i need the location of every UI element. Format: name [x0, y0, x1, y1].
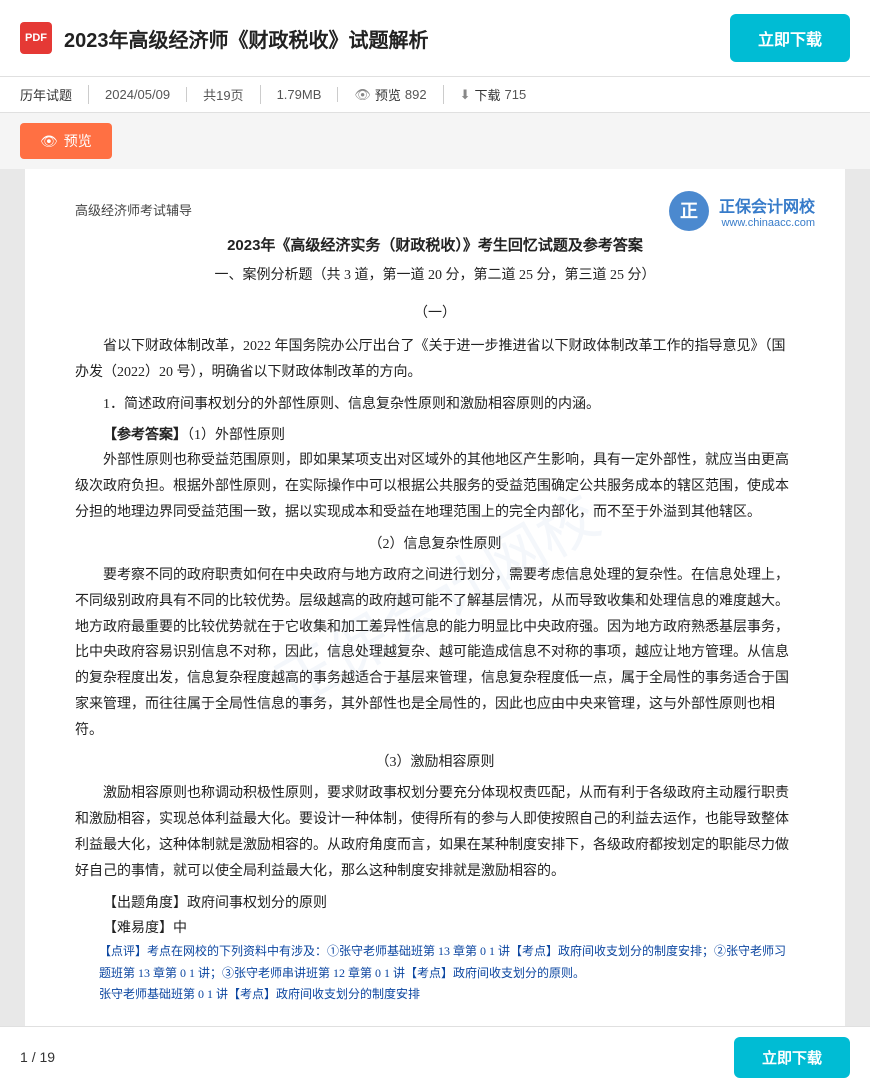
ans2-paragraph: 要考察不同的政府职责如何在中央政府与地方政府之间进行划分，需要考虑信息处理的复杂… [75, 563, 795, 744]
answer-tag: 【参考答案】（1）外部性原则 [103, 423, 795, 448]
document-area: 正 正保会计网校 www.chinaacc.com 正保会计网校 高级经济师考试… [0, 169, 870, 1026]
preview-count: 892 [405, 87, 427, 102]
paragraph-1: 省以下财政体制改革，2022 年国务院办公厅出台了《关于进一步推进省以下财政体制… [75, 334, 795, 386]
doc-main-title: 2023年《高级经济实务（财政税收）》考生回忆试题及参考答案 [75, 232, 795, 259]
category-label: 历年试题 [20, 85, 72, 104]
pdf-icon: PDF [20, 22, 52, 54]
eye-preview-icon: 👁 [40, 133, 58, 150]
download-button-footer[interactable]: 立即下载 [734, 1037, 850, 1078]
preview-button[interactable]: 👁 预览 [20, 123, 112, 159]
download-count: 715 [505, 87, 527, 102]
preview-label: 预览 [375, 85, 401, 104]
ans1-paragraph: 外部性原则也称受益范围原则，即如果某项支出对区域外的其他地区产生影响，具有一定外… [75, 448, 795, 526]
page-title: 2023年高级经济师《财政税收》试题解析 [64, 24, 429, 53]
footer-bar: 1 / 19 立即下载 [0, 1026, 870, 1088]
eye-icon: 👁 [354, 87, 371, 103]
page-indicator: 1 / 19 [20, 1049, 55, 1065]
meta-category: 历年试题 [20, 85, 89, 104]
pages-value: 共19页 [203, 85, 243, 104]
question-1: 1．简述政府间事权划分的外部性原则、信息复杂性原则和激励相容原则的内涵。 [75, 392, 795, 417]
ans3-paragraph: 激励相容原则也称调动积极性原则，要求财政事权划分要充分体现权责匹配，从而有利于各… [75, 781, 795, 885]
header: PDF 2023年高级经济师《财政税收》试题解析 立即下载 [0, 0, 870, 77]
tag3-suffix: 张守老师基础班第 0 1 讲【考点】政府间收支划分的制度安排 [99, 984, 795, 1006]
page-total: 19 [39, 1049, 55, 1065]
tag2: 【难易度】中 [103, 916, 795, 941]
download-button-header[interactable]: 立即下载 [730, 14, 850, 62]
ans2-sub: （2）信息复杂性原则 [75, 532, 795, 557]
preview-bar: 👁 预览 [0, 113, 870, 169]
size-value: 1.79MB [277, 87, 322, 102]
tag1: 【出题角度】政府间事权划分的原则 [103, 891, 795, 916]
meta-date: 2024/05/09 [89, 87, 187, 102]
meta-bar: 历年试题 2024/05/09 共19页 1.79MB 👁 预览 892 ⬇ 下… [0, 77, 870, 113]
download-icon: ⬇ [460, 87, 471, 103]
meta-pages: 共19页 [187, 85, 260, 104]
download-label: 下载 [475, 85, 501, 104]
meta-download: ⬇ 下载 715 [444, 85, 543, 104]
doc-subtitle: 高级经济师考试辅导 [75, 199, 795, 222]
document-page: 正 正保会计网校 www.chinaacc.com 正保会计网校 高级经济师考试… [25, 169, 845, 1026]
tag3: 【点评】考点在网校的下列资料中有涉及：①张守老师基础班第 13 章第 0 1 讲… [99, 941, 795, 984]
preview-btn-label: 预览 [64, 131, 92, 151]
page-separator: / [32, 1049, 40, 1065]
section1-label: （一） [75, 301, 795, 326]
doc-sub-title: 一、案例分析题（共 3 道，第一道 20 分，第二道 25 分，第三道 25 分… [75, 263, 795, 288]
meta-size: 1.79MB [261, 87, 339, 102]
page-current: 1 [20, 1049, 28, 1065]
document-content: 高级经济师考试辅导 2023年《高级经济实务（财政税收）》考生回忆试题及参考答案… [75, 199, 795, 1006]
header-left: PDF 2023年高级经济师《财政税收》试题解析 [20, 22, 429, 54]
ans3-sub: （3）激励相容原则 [75, 750, 795, 775]
meta-preview: 👁 预览 892 [338, 85, 443, 104]
date-value: 2024/05/09 [105, 87, 170, 102]
